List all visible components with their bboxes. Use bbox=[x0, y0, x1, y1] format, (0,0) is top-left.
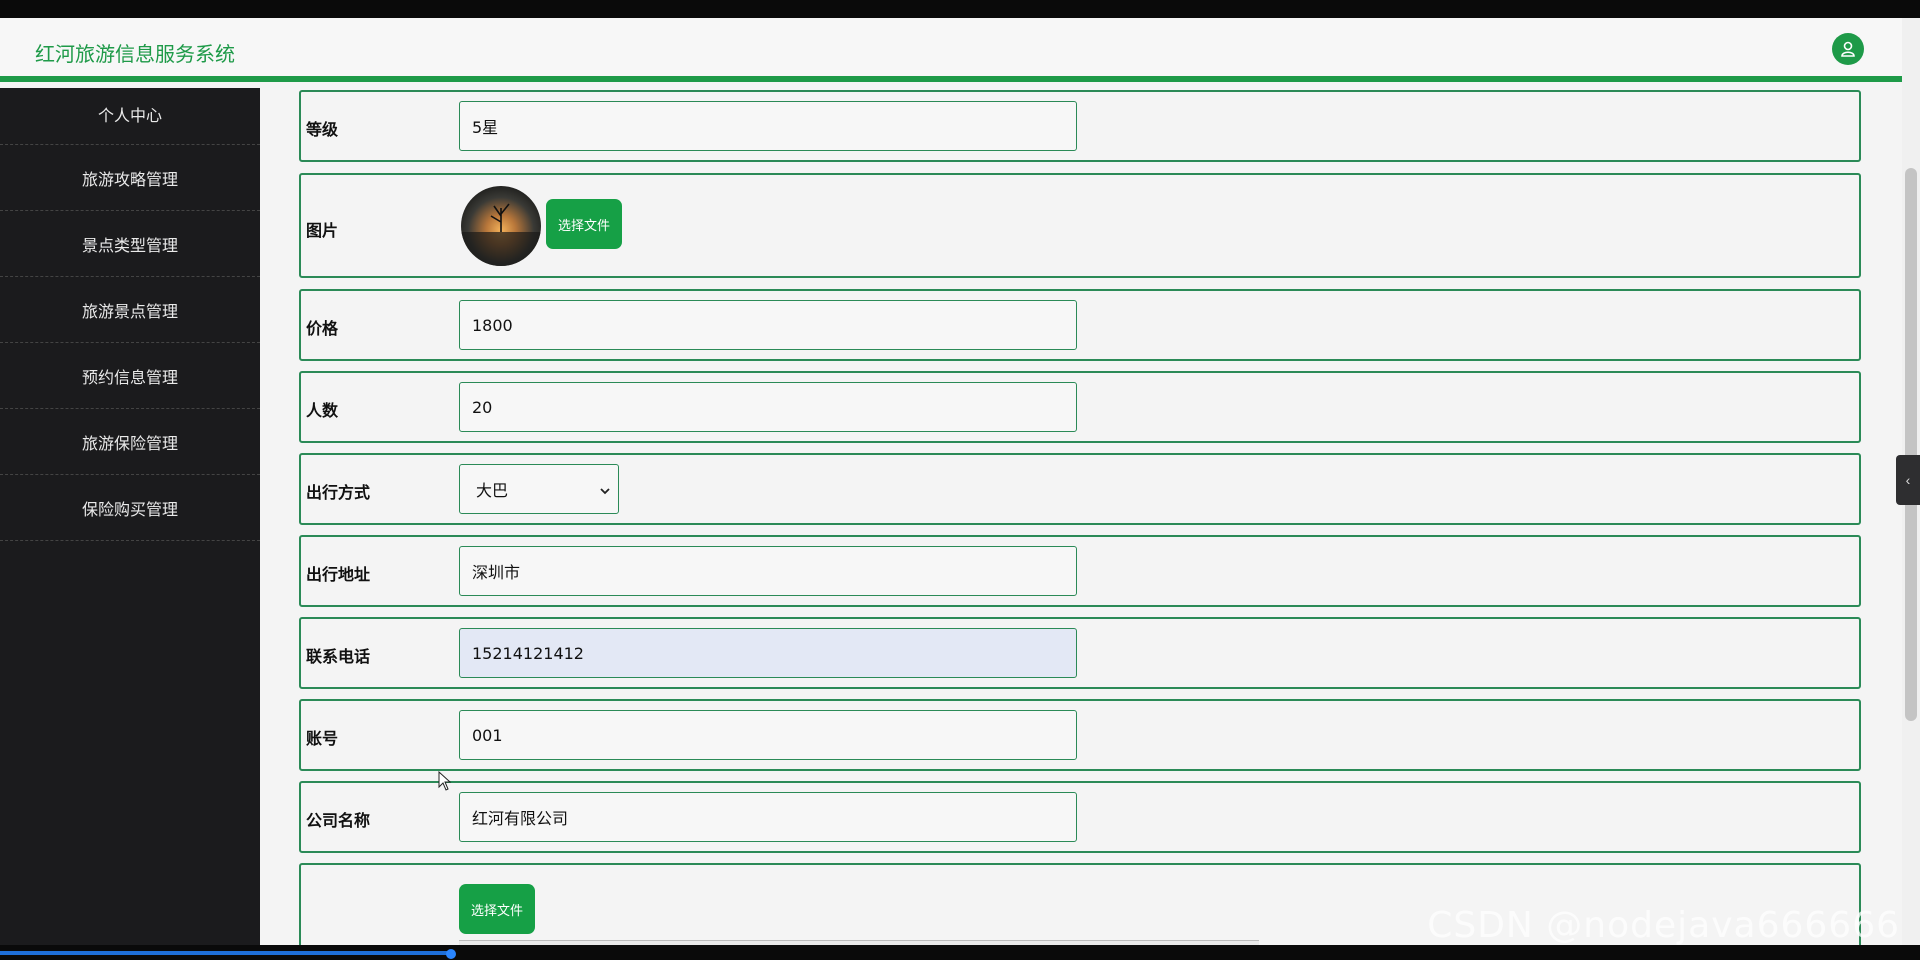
travel-mode-select[interactable]: 大巴 bbox=[459, 464, 619, 514]
brand-title: 红河旅游信息服务系统 bbox=[35, 42, 235, 66]
screen-top-border bbox=[0, 0, 1920, 18]
image-label: 图片 bbox=[306, 221, 339, 240]
details-choose-file-button[interactable]: 选择文件 bbox=[459, 884, 535, 934]
watermark: CSDN @nodejava666666 bbox=[1427, 905, 1900, 946]
travel-address-label: 出行地址 bbox=[306, 565, 371, 584]
phone-input[interactable]: 15214121412 bbox=[459, 628, 1077, 678]
video-progress-fill bbox=[0, 951, 452, 955]
form-row-level: 等级 5星 bbox=[299, 90, 1861, 162]
user-avatar-icon[interactable] bbox=[1832, 33, 1864, 65]
form-row-account: 账号 001 bbox=[299, 699, 1861, 771]
header: 红河旅游信息服务系统 bbox=[0, 18, 1902, 82]
sidebar-item-personal-center[interactable]: 个人中心 bbox=[0, 88, 260, 145]
travel-mode-value: 大巴 bbox=[476, 481, 509, 500]
form-row-company: 公司名称 红河有限公司 bbox=[299, 781, 1861, 853]
scrollbar-thumb[interactable] bbox=[1905, 168, 1917, 721]
sidebar-item-insurance-purchase[interactable]: 保险购买管理 bbox=[0, 475, 260, 541]
sidebar-item-scenic-spot[interactable]: 旅游景点管理 bbox=[0, 277, 260, 343]
price-label: 价格 bbox=[306, 319, 339, 338]
travel-address-input[interactable]: 深圳市 bbox=[459, 546, 1077, 596]
sidebar-item-travel-guide[interactable]: 旅游攻略管理 bbox=[0, 145, 260, 211]
form-row-price: 价格 1800 bbox=[299, 289, 1861, 361]
mouse-cursor-icon bbox=[438, 770, 452, 796]
level-label: 等级 bbox=[306, 120, 339, 139]
travel-mode-label: 出行方式 bbox=[306, 483, 371, 502]
account-label: 账号 bbox=[306, 729, 339, 748]
form-row-phone: 联系电话 15214121412 bbox=[299, 617, 1861, 689]
people-label: 人数 bbox=[306, 401, 339, 420]
app-window: 红河旅游信息服务系统 个人中心 旅游攻略管理 景点类型管理 旅游景点管理 预约信… bbox=[0, 18, 1902, 945]
sidebar-item-insurance[interactable]: 旅游保险管理 bbox=[0, 409, 260, 475]
form-row-image: 图片 选择文件 bbox=[299, 173, 1861, 278]
sidebar: 个人中心 旅游攻略管理 景点类型管理 旅游景点管理 预约信息管理 旅游保险管理 … bbox=[0, 88, 260, 945]
people-input[interactable]: 20 bbox=[459, 382, 1077, 432]
image-choose-file-button[interactable]: 选择文件 bbox=[546, 199, 622, 249]
sidebar-item-booking[interactable]: 预约信息管理 bbox=[0, 343, 260, 409]
form-row-people: 人数 20 bbox=[299, 371, 1861, 443]
company-label: 公司名称 bbox=[306, 811, 371, 830]
chevron-left-icon[interactable]: ‹ bbox=[1896, 455, 1920, 505]
chevron-down-icon bbox=[600, 480, 610, 499]
phone-label: 联系电话 bbox=[306, 647, 371, 666]
video-progress-handle[interactable] bbox=[446, 949, 456, 959]
main-content: 等级 5星 图片 选择文件 价格 1800 人数 20 出行方式 大巴 出行地址… bbox=[260, 88, 1902, 945]
price-input[interactable]: 1800 bbox=[459, 300, 1077, 350]
account-input[interactable]: 001 bbox=[459, 710, 1077, 760]
company-input[interactable]: 红河有限公司 bbox=[459, 792, 1077, 842]
sidebar-item-spot-type[interactable]: 景点类型管理 bbox=[0, 211, 260, 277]
image-thumbnail bbox=[461, 186, 541, 266]
form-row-travel-address: 出行地址 深圳市 bbox=[299, 535, 1861, 607]
level-input[interactable]: 5星 bbox=[459, 101, 1077, 151]
form-row-travel-mode: 出行方式 大巴 bbox=[299, 453, 1861, 525]
